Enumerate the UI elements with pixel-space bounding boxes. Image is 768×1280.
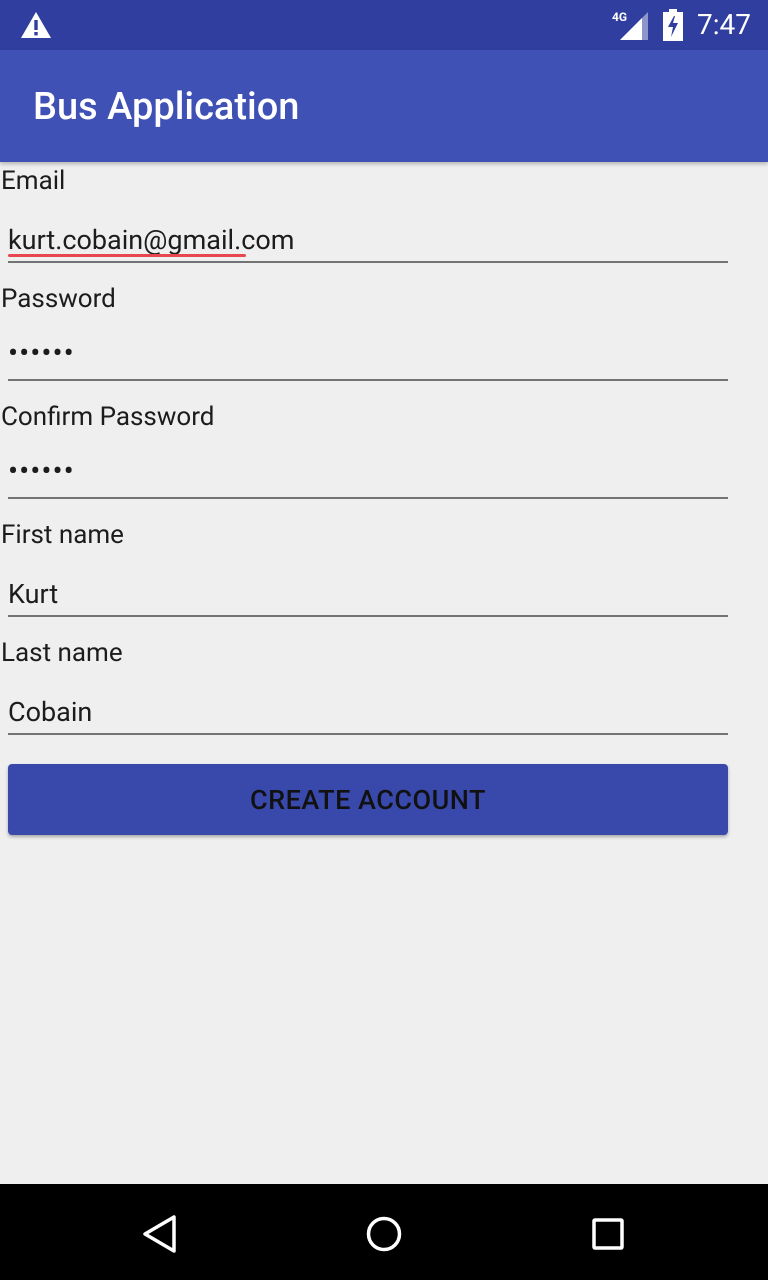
first-name-field-group: First name Kurt xyxy=(0,516,768,634)
first-name-input[interactable]: Kurt xyxy=(8,578,58,610)
create-account-button[interactable]: CREATE ACCOUNT xyxy=(8,764,728,835)
password-field-group: Password •••••• xyxy=(0,280,768,398)
email-input[interactable]: kurt.cobain@gmail.com xyxy=(8,224,294,256)
email-field-group: Email kurt.cobain@gmail.com xyxy=(0,162,768,280)
last-name-label: Last name xyxy=(1,638,123,668)
spellcheck-underline xyxy=(8,254,246,257)
home-icon[interactable] xyxy=(364,1214,404,1254)
confirm-password-field-group: Confirm Password •••••• xyxy=(0,398,768,516)
last-name-field-group: Last name Cobain xyxy=(0,634,768,752)
last-name-input[interactable]: Cobain xyxy=(8,696,92,728)
recents-icon[interactable] xyxy=(588,1214,628,1254)
first-name-label: First name xyxy=(1,520,124,550)
email-underline xyxy=(8,261,728,263)
email-label: Email xyxy=(1,166,66,196)
app-title: Bus Application xyxy=(33,85,300,129)
confirm-password-label: Confirm Password xyxy=(1,402,215,432)
app-bar: Bus Application xyxy=(0,50,768,162)
clock: 7:47 xyxy=(697,8,751,41)
status-bar: 4G 7:47 xyxy=(0,0,768,50)
navigation-bar xyxy=(0,1184,768,1280)
confirm-password-input[interactable]: •••••• xyxy=(8,454,75,489)
first-name-underline xyxy=(8,615,728,617)
confirm-password-underline xyxy=(8,497,728,499)
signal-icon xyxy=(620,12,648,40)
battery-charging-icon xyxy=(663,9,683,41)
back-icon[interactable] xyxy=(140,1214,180,1254)
password-input[interactable]: •••••• xyxy=(8,336,75,371)
password-underline xyxy=(8,379,728,381)
warning-icon xyxy=(21,12,51,38)
last-name-underline xyxy=(8,733,728,735)
password-label: Password xyxy=(1,284,116,314)
